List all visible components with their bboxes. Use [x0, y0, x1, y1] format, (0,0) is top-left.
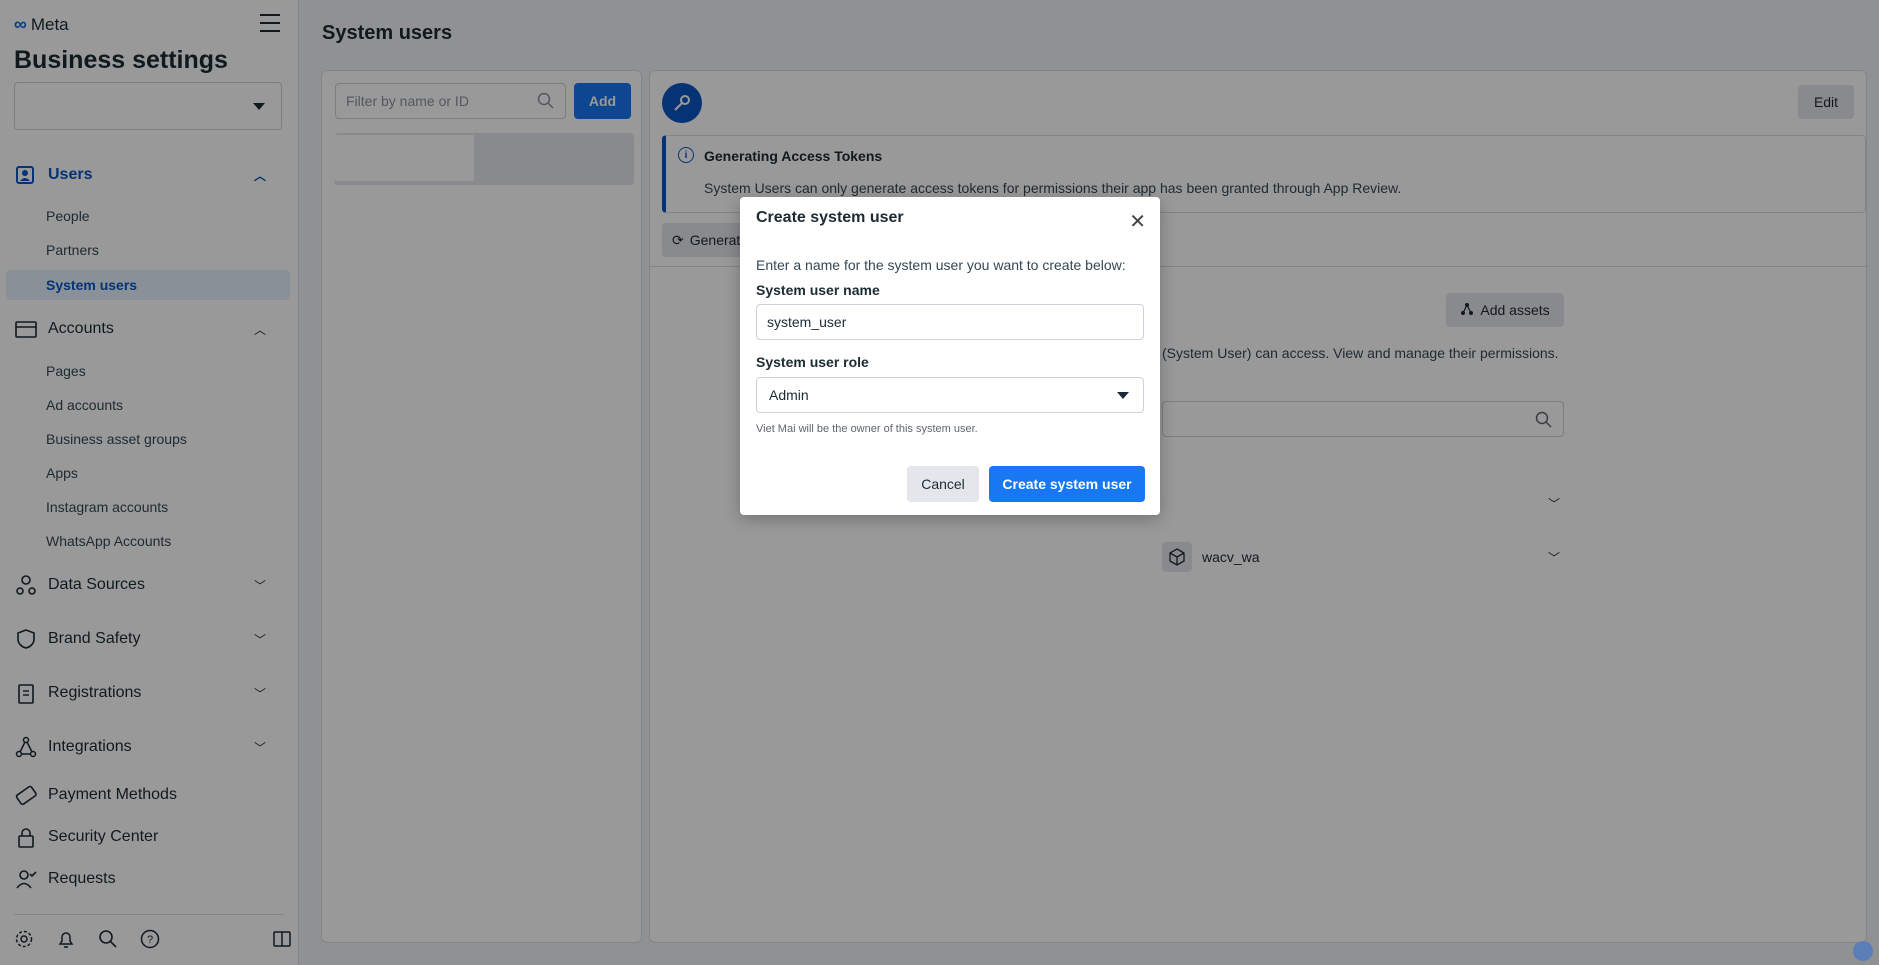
system-user-role-value: Admin — [769, 387, 809, 403]
owner-note: Viet Mai will be the owner of this syste… — [756, 423, 978, 435]
cancel-button[interactable]: Cancel — [907, 466, 979, 502]
system-user-name-label: System user name — [756, 282, 880, 298]
system-user-name-value: system_user — [767, 314, 847, 330]
system-user-role-label: System user role — [756, 354, 869, 370]
close-icon[interactable]: ✕ — [1129, 209, 1146, 234]
caret-down-icon — [1117, 392, 1129, 399]
create-system-user-dialog: Create system user ✕ Enter a name for th… — [740, 197, 1160, 515]
dialog-instruction: Enter a name for the system user you wan… — [756, 257, 1126, 273]
create-system-user-button[interactable]: Create system user — [989, 466, 1145, 502]
globe-icon[interactable] — [1853, 941, 1873, 961]
dialog-title: Create system user — [756, 209, 904, 226]
system-user-name-input[interactable]: system_user — [756, 304, 1144, 340]
system-user-role-select[interactable]: Admin — [756, 377, 1144, 413]
